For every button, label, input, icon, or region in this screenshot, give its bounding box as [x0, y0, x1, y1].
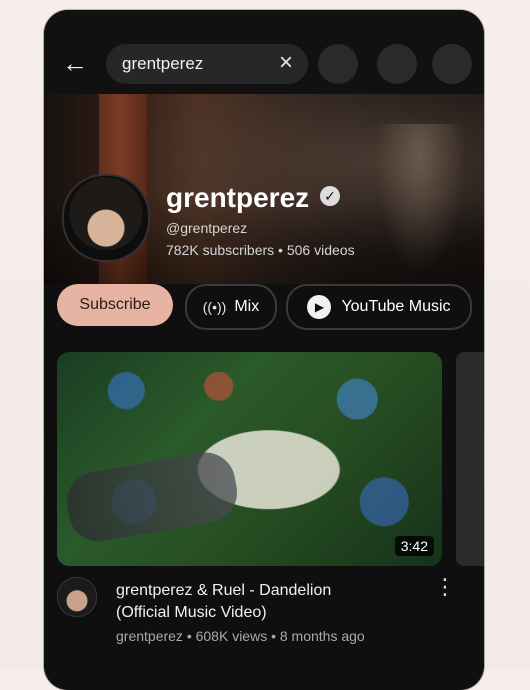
top-action-button-3[interactable] — [432, 44, 472, 84]
channel-handle: @grentperez — [166, 220, 248, 236]
top-action-button-1[interactable] — [318, 44, 358, 84]
radio-waves-icon: ((•)) — [202, 299, 227, 315]
video-duration: 3:42 — [394, 536, 434, 556]
video-title-line-1: grentperez & Ruel - Dandelion — [116, 582, 332, 599]
verified-icon: ✓ — [320, 186, 340, 206]
youtube-mobile-screen: ← grentperez × grentperez ✓ @grentperez … — [44, 10, 484, 690]
back-arrow-icon[interactable]: ← — [62, 48, 92, 78]
youtube-music-label: YouTube Music — [341, 298, 451, 315]
channel-name: grentperez — [166, 182, 310, 213]
channel-avatar[interactable] — [62, 174, 150, 262]
more-vertical-icon[interactable]: ⋮ — [434, 576, 456, 608]
youtube-music-icon: ▶ — [307, 295, 332, 319]
top-app-bar: ← grentperez × — [44, 10, 484, 94]
video-title[interactable]: grentperez & Ruel - Dandelion (Official … — [116, 580, 426, 624]
youtube-music-button[interactable]: ▶ YouTube Music — [286, 284, 472, 330]
video-title-line-2: (Official Music Video) — [116, 604, 267, 621]
mix-label: Mix — [234, 298, 260, 315]
channel-stats: 782K subscribers • 506 videos — [166, 242, 355, 258]
video-meta: grentperez • 608K views • 8 months ago — [116, 628, 365, 644]
top-action-button-2[interactable] — [377, 44, 417, 84]
search-query[interactable]: grentperez — [122, 54, 203, 74]
subscribe-button[interactable]: Subscribe — [57, 284, 173, 326]
next-thumbnail-peek[interactable] — [456, 352, 484, 566]
search-pill[interactable]: grentperez × — [106, 44, 308, 84]
video-thumbnail[interactable]: 3:42 — [57, 352, 442, 566]
mix-button[interactable]: ((•)) Mix — [185, 284, 277, 330]
close-icon[interactable]: × — [274, 51, 298, 76]
video-channel-avatar[interactable] — [57, 577, 97, 617]
subscribe-label: Subscribe — [79, 296, 151, 313]
